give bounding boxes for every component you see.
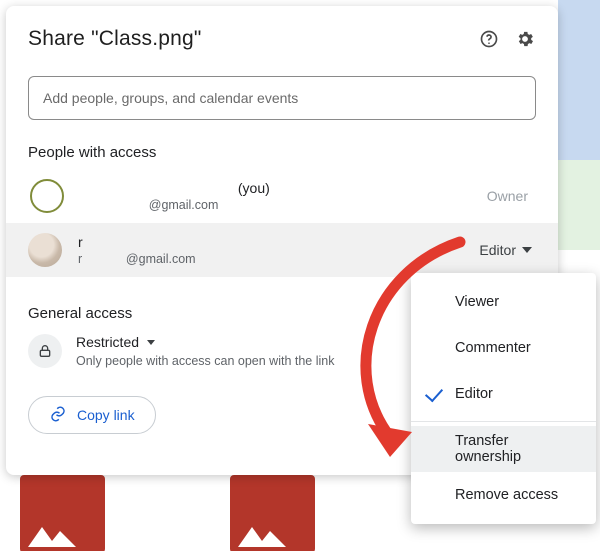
copy-link-label: Copy link [77, 407, 135, 423]
people-with-access-heading: People with access [28, 144, 536, 161]
menu-item-remove-access[interactable]: Remove access [411, 472, 596, 518]
chevron-down-icon [147, 340, 155, 345]
copy-link-button[interactable]: Copy link [28, 396, 156, 434]
person-name: r [78, 234, 196, 250]
you-suffix: (you) [238, 180, 270, 196]
menu-item-editor[interactable]: Editor [411, 371, 596, 417]
person-row-owner: xxxxxxxxxxxxxxxxxxxxxx (you) xxxxxxxxxxx… [28, 169, 536, 223]
role-label-owner: Owner [487, 188, 534, 204]
bg-column-blue [558, 0, 600, 160]
gear-icon[interactable] [514, 28, 536, 50]
menu-item-viewer[interactable]: Viewer [411, 279, 596, 325]
add-people-placeholder: Add people, groups, and calendar events [43, 90, 298, 106]
general-access-mode-dropdown[interactable]: Restricted [76, 334, 334, 350]
link-icon [49, 405, 67, 426]
add-people-input[interactable]: Add people, groups, and calendar events [28, 76, 536, 120]
role-menu: Viewer Commenter Editor Transfer ownersh… [411, 273, 596, 524]
dialog-title: Share "Class.png" [28, 27, 202, 51]
chevron-down-icon [522, 247, 532, 253]
person-email: rxxxxxxx@gmail.com [78, 252, 196, 266]
role-dropdown[interactable]: Editor [479, 242, 536, 258]
role-label-editor: Editor [479, 242, 516, 258]
avatar [28, 233, 62, 267]
general-access-description: Only people with access can open with th… [76, 354, 334, 368]
dialog-header: Share "Class.png" [28, 24, 536, 54]
help-icon[interactable] [478, 28, 500, 50]
person-row-editor[interactable]: r rxxxxxxx@gmail.com Editor [6, 223, 558, 277]
menu-item-transfer-ownership[interactable]: Transfer ownership [411, 426, 596, 472]
person-email: xxxxxxxxxxx@gmail.com [80, 198, 270, 212]
lock-icon [28, 334, 62, 368]
general-access-mode: Restricted [76, 334, 139, 350]
person-name: xxxxxxxxxxxxxxxxxxxxxx (you) [80, 180, 270, 196]
menu-item-commenter[interactable]: Commenter [411, 325, 596, 371]
drive-thumbnail [20, 475, 105, 551]
avatar [30, 179, 64, 213]
bg-column-green [558, 160, 600, 250]
menu-divider [411, 421, 596, 422]
drive-thumbnail [230, 475, 315, 551]
